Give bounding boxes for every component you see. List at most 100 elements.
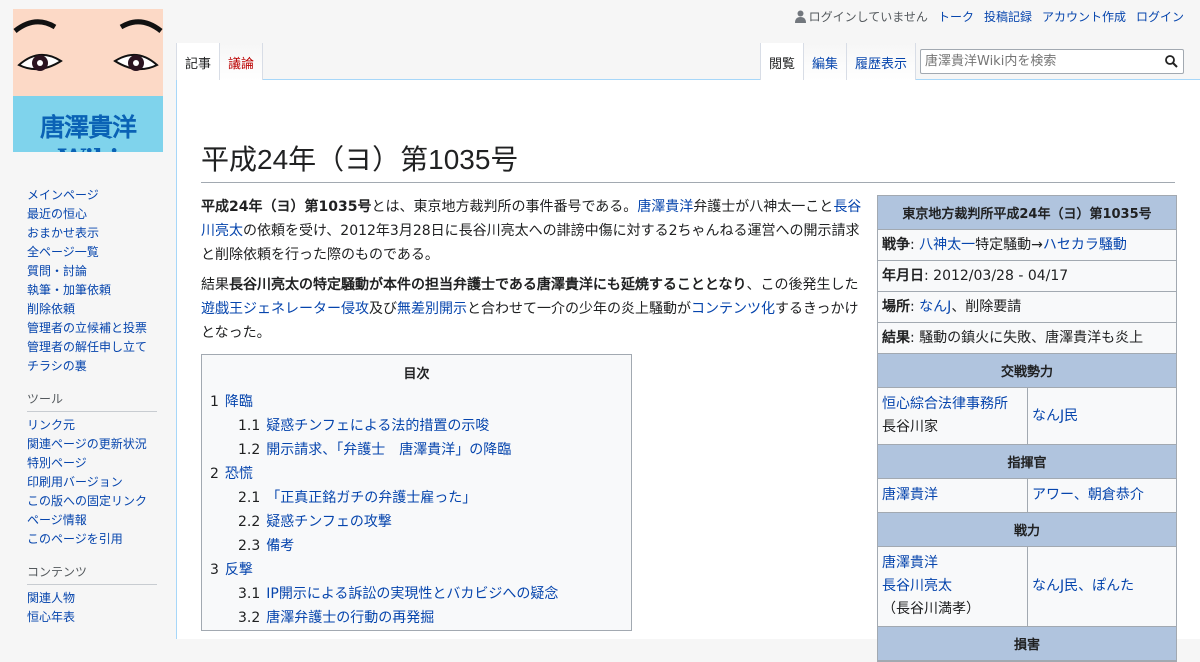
talk-link[interactable]: トーク xyxy=(938,8,974,25)
create-account-link[interactable]: アカウント作成 xyxy=(1042,8,1126,25)
indiscriminate-disclosure-link[interactable]: 無差別開示 xyxy=(397,301,467,317)
sidebar-nav-item[interactable]: おまかせ表示 xyxy=(27,224,157,243)
result-paragraph: 結果長谷川亮太の特定騒動が本件の担当弁護士である唐澤貴洋にも延焼することとなり、… xyxy=(201,273,866,345)
war-link[interactable]: 八神太一 xyxy=(919,237,975,253)
toc-list: 1 降臨 1.1 疑惑チンフェによる法的措置の示唆 1.2 開示請求、「弁護士 唐澤貴洋」… xyxy=(210,390,623,630)
strength-karasawa-link[interactable]: 唐澤貴洋 xyxy=(882,552,1023,575)
toc-number: 2 xyxy=(210,466,219,482)
tab-discussion[interactable]: 議論 xyxy=(220,43,264,80)
place-key: 場所 xyxy=(882,299,910,315)
sidebar-nav-item[interactable]: メインページ xyxy=(27,186,157,205)
toc-item[interactable]: 1.1 疑惑チンフェによる法的措置の示唆 xyxy=(210,414,623,438)
toc-link[interactable]: 「正真正銘ガチの弁護士雇った」 xyxy=(266,490,476,506)
sidebar-nav-item[interactable]: 質問・討論 xyxy=(27,262,157,281)
toc-number: 3.2 xyxy=(238,610,261,626)
toc-link[interactable]: 唐澤弁護士の行動の再発掘 xyxy=(266,610,434,626)
commanders-left: 唐澤貴洋 xyxy=(878,479,1028,512)
commander-aower-link[interactable]: アワー、朝倉恭介 xyxy=(1032,484,1172,507)
commander-karasawa-link[interactable]: 唐澤貴洋 xyxy=(882,484,1023,507)
sidebar-tool-item[interactable]: リンク元 xyxy=(27,416,157,435)
logo-eyes-icon xyxy=(13,19,163,71)
toc-item[interactable]: 2.2 疑惑チンフェの攻撃 xyxy=(210,510,623,534)
casualties-heading: 損害 xyxy=(878,627,1176,661)
contents-link[interactable]: コンテンツ化 xyxy=(691,301,775,317)
sidebar-nav-item[interactable]: 削除依頼 xyxy=(27,300,157,319)
sidebar-tool-item[interactable]: このページを引用 xyxy=(27,530,157,549)
view-tabs: 閲覧 編集 履歴表示 xyxy=(760,43,917,80)
law-office-link[interactable]: 恒心綜合法律事務所 xyxy=(882,393,1023,416)
toc-link[interactable]: 開示請求、「弁護士 唐澤貴洋」の降臨 xyxy=(266,442,511,458)
toc-item[interactable]: 1 降臨 xyxy=(210,390,623,414)
sidebar-tool-item[interactable]: 関連ページの更新状況 xyxy=(27,435,157,454)
sidebar-tool-item[interactable]: 特別ページ xyxy=(27,454,157,473)
article-body: 平成24年（ヨ）第1035号とは、東京地方裁判所の事件番号である。唐澤貴洋弁護士… xyxy=(201,195,866,351)
strength-row: 唐澤貴洋 長谷川亮太 （長谷川満孝） なんJ民、ぽんた xyxy=(878,547,1176,627)
toc-item[interactable]: 2.1 「正真正銘ガチの弁護士雇った」 xyxy=(210,486,623,510)
toc-item[interactable]: 3 反撃 xyxy=(210,558,623,582)
result-text: 及び xyxy=(369,301,397,317)
result-bold: 長谷川亮太の特定騒動が本件の担当弁護士である唐澤貴洋にも延焼することとなり xyxy=(229,277,747,293)
login-link[interactable]: ログイン xyxy=(1136,8,1184,25)
toc-item[interactable]: 1.2 開示請求、「弁護士 唐澤貴洋」の降臨 xyxy=(210,438,623,462)
toc-link[interactable]: 降臨 xyxy=(225,394,253,410)
toc-item[interactable]: 2.3 備考 xyxy=(210,534,623,558)
toc-link[interactable]: 恐慌 xyxy=(225,466,253,482)
toc-link[interactable]: 疑惑チンフェの攻撃 xyxy=(266,514,392,530)
hasegawa-family: 長谷川家 xyxy=(882,419,938,435)
toc-number: 2.1 xyxy=(238,490,261,506)
infobox-title: 東京地方裁判所平成24年（ヨ）第1035号 xyxy=(878,196,1176,230)
sidebar-nav-item[interactable]: 最近の恒心 xyxy=(27,205,157,224)
belligerents-row: 恒心綜合法律事務所長谷川家 なんJ民 xyxy=(878,388,1176,445)
toc-link[interactable]: 備考 xyxy=(266,538,294,554)
toc-number: 1.1 xyxy=(238,418,261,434)
user-icon xyxy=(794,10,806,23)
sidebar-content-item[interactable]: 恒心年表 xyxy=(27,608,157,627)
sidebar-nav-item[interactable]: 執筆・加筆依頼 xyxy=(27,281,157,300)
toc-link[interactable]: 反撃 xyxy=(225,562,253,578)
tab-article[interactable]: 記事 xyxy=(176,43,221,80)
sidebar-tool-item[interactable]: ページ情報 xyxy=(27,511,157,530)
hasekara-link[interactable]: ハセカラ騒動 xyxy=(1043,237,1127,253)
nanj-link[interactable]: なんJ xyxy=(919,299,951,315)
intro-text: 弁護士が八神太一こと xyxy=(693,199,834,215)
sidebar-tool-item[interactable]: この版への固定リンク xyxy=(27,492,157,511)
strength-left: 唐澤貴洋 長谷川亮太 （長谷川満孝） xyxy=(878,547,1028,626)
tab-read[interactable]: 閲覧 xyxy=(760,43,805,80)
karasawa-link[interactable]: 唐澤貴洋 xyxy=(637,199,693,215)
search-input[interactable] xyxy=(921,50,1159,73)
yugioh-link[interactable]: 遊戯王ジェネレーター侵攻 xyxy=(201,301,369,317)
contributions-link[interactable]: 投稿記録 xyxy=(984,8,1032,25)
sidebar-tool-item[interactable]: 印刷用バージョン xyxy=(27,473,157,492)
toc-number: 1.2 xyxy=(238,442,261,458)
toc-item[interactable]: 2 恐慌 xyxy=(210,462,623,486)
strength-hasegawa-link[interactable]: 長谷川亮太 xyxy=(882,575,1023,598)
toc-item[interactable]: 3.1 IP開示による訴訟の実現性とバカビジへの疑念 xyxy=(210,582,623,606)
result-value: 騒動の鎮火に失敗、唐澤貴洋も炎上 xyxy=(919,330,1144,346)
belligerents-right: なんJ民 xyxy=(1028,388,1176,444)
search-icon[interactable] xyxy=(1165,55,1178,68)
sidebar-nav-item[interactable]: 全ページ一覧 xyxy=(27,243,157,262)
tab-history[interactable]: 履歴表示 xyxy=(847,43,917,80)
sidebar-nav-item[interactable]: 管理者の解任申し立て xyxy=(27,338,157,357)
toc-link[interactable]: IP開示による訴訟の実現性とバカビジへの疑念 xyxy=(266,586,558,602)
site-logo[interactable]: 唐澤貴洋Wiki xyxy=(13,9,163,152)
place-value: 、削除要請 xyxy=(951,299,1022,315)
tab-edit[interactable]: 編集 xyxy=(804,43,848,80)
result-text: 、この後発生した xyxy=(746,277,859,293)
intro-paragraph: 平成24年（ヨ）第1035号とは、東京地方裁判所の事件番号である。唐澤貴洋弁護士… xyxy=(201,195,866,267)
belligerents-heading: 交戦勢力 xyxy=(878,354,1176,388)
toc-number: 1 xyxy=(210,394,219,410)
commanders-heading: 指揮官 xyxy=(878,445,1176,479)
toc-number: 3.1 xyxy=(238,586,261,602)
content-area: 平成24年（ヨ）第1035号 平成24年（ヨ）第1035号とは、東京地方裁判所の… xyxy=(176,79,1200,662)
toc-item[interactable]: 3.2 唐澤弁護士の行動の再発掘 xyxy=(210,606,623,630)
sidebar-nav-item[interactable]: 管理者の立候補と投票 xyxy=(27,319,157,338)
toc-link[interactable]: 疑惑チンフェによる法的措置の示唆 xyxy=(266,418,489,434)
intro-bold: 平成24年（ヨ）第1035号 xyxy=(201,199,372,215)
strength-nanj-link[interactable]: なんJ民、ぽんた xyxy=(1032,575,1172,598)
nanj-min-link[interactable]: なんJ民 xyxy=(1032,405,1172,428)
logo-text: 唐澤貴洋Wiki xyxy=(39,113,137,152)
sidebar-content-item[interactable]: 関連人物 xyxy=(27,589,157,608)
sidebar-nav-item[interactable]: チラシの裏 xyxy=(27,357,157,376)
strength-right: なんJ民、ぽんた xyxy=(1028,547,1176,626)
